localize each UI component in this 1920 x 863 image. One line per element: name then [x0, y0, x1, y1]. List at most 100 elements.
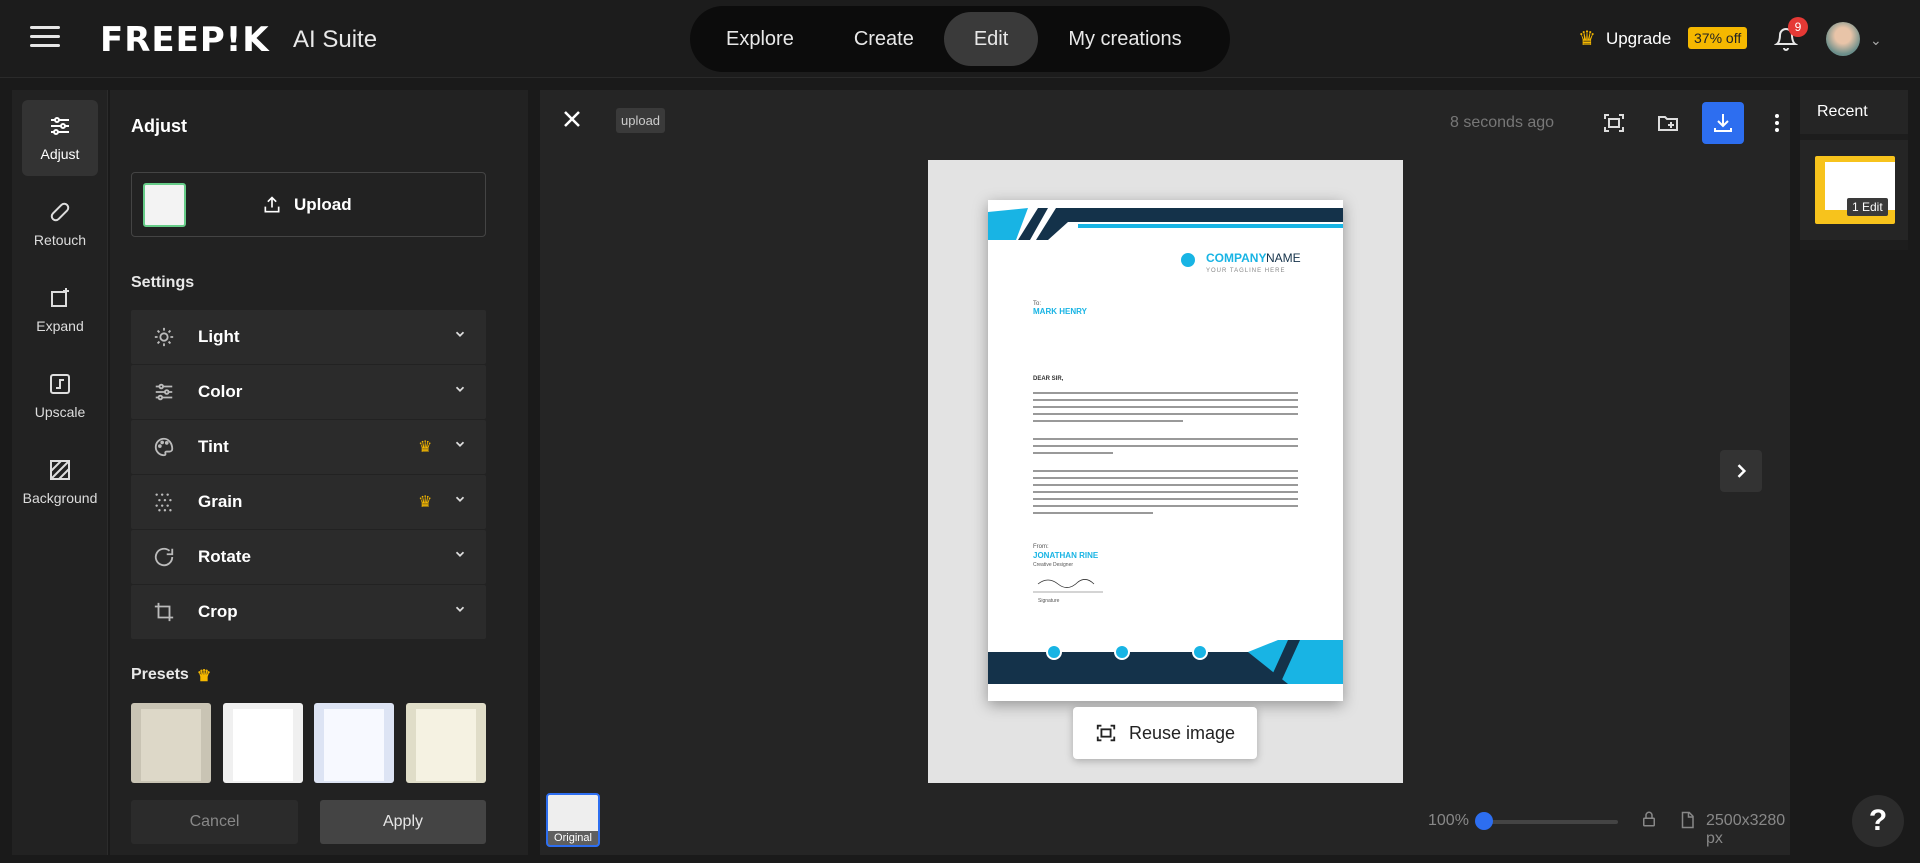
crown-icon: ♛: [418, 439, 433, 456]
recent-panel: Recent 1 Edit: [1800, 90, 1908, 250]
tool-adjust[interactable]: Adjust: [22, 100, 98, 176]
zoom-value: 100%: [1428, 812, 1469, 829]
source-tag: upload: [616, 108, 666, 133]
logo[interactable]: FREEP!K: [100, 20, 270, 60]
close-icon[interactable]: [560, 107, 584, 131]
chevron-down-icon: [455, 606, 465, 612]
signature-label: Signature: [1038, 598, 1060, 604]
body-text-lines: [1033, 392, 1298, 514]
more-options-button[interactable]: [1756, 102, 1798, 144]
canvas-area: upload 8 seconds ago COMPANY NAME YOUR T…: [540, 90, 1790, 855]
folder-plus-icon: [1658, 116, 1678, 131]
tool-label: Upscale: [34, 404, 86, 420]
tool-expand[interactable]: Expand: [22, 272, 98, 348]
company-text: COMPANY: [1206, 251, 1266, 265]
apply-button[interactable]: Apply: [320, 800, 486, 844]
menu-icon[interactable]: [30, 26, 60, 50]
setting-tint[interactable]: Tint ♛: [131, 420, 486, 474]
avatar[interactable]: [1826, 22, 1860, 56]
main-nav: Explore Create Edit My creations: [690, 6, 1230, 72]
panel-title: Adjust: [131, 116, 187, 136]
chevron-right-icon: [1737, 464, 1747, 478]
reuse-image-icon: [1096, 724, 1116, 742]
palette-icon: [154, 437, 174, 457]
tool-upscale[interactable]: Upscale: [22, 358, 98, 434]
nav-edit[interactable]: Edit: [943, 12, 1039, 66]
reuse-image-button[interactable]: Reuse image: [1073, 707, 1257, 759]
sliders-icon: [51, 117, 69, 135]
expand-icon: [51, 288, 69, 307]
contact-icon: [1046, 644, 1062, 660]
setting-color[interactable]: Color: [131, 365, 486, 419]
file-icon: [1681, 811, 1694, 829]
original-thumbnail[interactable]: Original: [546, 793, 600, 847]
next-button[interactable]: [1720, 450, 1762, 492]
crown-icon: ♛: [196, 668, 212, 685]
sender-name: JONATHAN RINE: [1033, 551, 1099, 560]
nav-explore[interactable]: Explore: [696, 12, 824, 66]
recent-title: Recent: [1800, 90, 1908, 134]
doc-logo-mark: [1181, 253, 1195, 267]
download-button[interactable]: [1702, 102, 1744, 144]
help-button[interactable]: ?: [1852, 795, 1904, 847]
nav-my-creations[interactable]: My creations: [1038, 12, 1211, 66]
company-name-text: NAME: [1266, 251, 1301, 265]
nav-create[interactable]: Create: [824, 12, 944, 66]
save-to-folder-button[interactable]: [1647, 102, 1689, 144]
upload-label-group: Upload: [262, 195, 352, 215]
cancel-button[interactable]: Cancel: [131, 800, 298, 844]
preset-thumbnail[interactable]: [314, 703, 394, 783]
letterhead-image[interactable]: COMPANY NAME YOUR TAGLINE HERE To: MARK …: [988, 200, 1343, 701]
zoom-slider[interactable]: [1483, 820, 1618, 824]
notification-badge: 9: [1788, 17, 1808, 37]
tool-retouch[interactable]: Retouch: [22, 186, 98, 262]
lock-icon[interactable]: [1640, 810, 1658, 828]
tool-background[interactable]: Background: [22, 444, 98, 520]
tagline-text: YOUR TAGLINE HERE: [1206, 268, 1285, 274]
original-label: Original: [548, 831, 598, 845]
recent-item[interactable]: 1 Edit: [1800, 140, 1908, 240]
presets-title: Presets ♛: [131, 666, 211, 686]
upload-icon: [264, 196, 280, 213]
sliders-icon: [155, 383, 173, 401]
setting-label: Rotate: [198, 547, 251, 566]
preset-thumbnail[interactable]: [131, 703, 211, 783]
image-dimensions: 2500x3280 px: [1706, 812, 1786, 847]
preset-thumbnail[interactable]: [406, 703, 486, 783]
setting-label: Grain: [198, 492, 243, 511]
upgrade-button[interactable]: ♛ Upgrade: [1578, 26, 1671, 51]
setting-light[interactable]: Light: [131, 310, 486, 364]
setting-grain[interactable]: Grain ♛: [131, 475, 486, 529]
setting-crop[interactable]: Crop: [131, 585, 486, 639]
download-icon: [1714, 114, 1732, 132]
logo-suite: AI Suite: [293, 26, 378, 53]
tool-label: Background: [22, 490, 98, 506]
reuse-image-button[interactable]: [1593, 102, 1635, 144]
chevron-down-icon: [455, 441, 465, 447]
edit-count-badge: 1 Edit: [1847, 198, 1888, 216]
reuse-image-icon: [1604, 114, 1624, 132]
from-label: From:: [1033, 544, 1049, 550]
chevron-down-icon[interactable]: ⌄: [1870, 32, 1882, 49]
preset-paper: [141, 709, 201, 781]
crop-icon: [154, 602, 174, 622]
upload-button[interactable]: Upload: [131, 172, 486, 237]
timestamp: 8 seconds ago: [1450, 114, 1555, 131]
tool-label: Adjust: [40, 146, 80, 162]
sender-role: Creative Designer: [1033, 562, 1073, 568]
contact-icon: [1192, 644, 1208, 660]
setting-rotate[interactable]: Rotate: [131, 530, 486, 584]
crown-icon: ♛: [418, 494, 433, 511]
discount-badge[interactable]: 37% off: [1688, 27, 1748, 49]
tool-label: Expand: [36, 318, 84, 334]
zoom-slider-handle[interactable]: [1475, 812, 1493, 830]
setting-label: Light: [198, 327, 240, 346]
chevron-down-icon: [455, 496, 465, 502]
tool-label: Retouch: [33, 232, 87, 248]
sun-icon: [154, 327, 174, 347]
contact-icon: [1114, 644, 1130, 660]
preset-thumbnail[interactable]: [223, 703, 303, 783]
image-stage: COMPANY NAME YOUR TAGLINE HERE To: MARK …: [928, 160, 1403, 783]
letterhead-graphic: COMPANY NAME YOUR TAGLINE HERE To: MARK …: [988, 208, 1343, 684]
reuse-label: Reuse image: [1128, 722, 1236, 743]
